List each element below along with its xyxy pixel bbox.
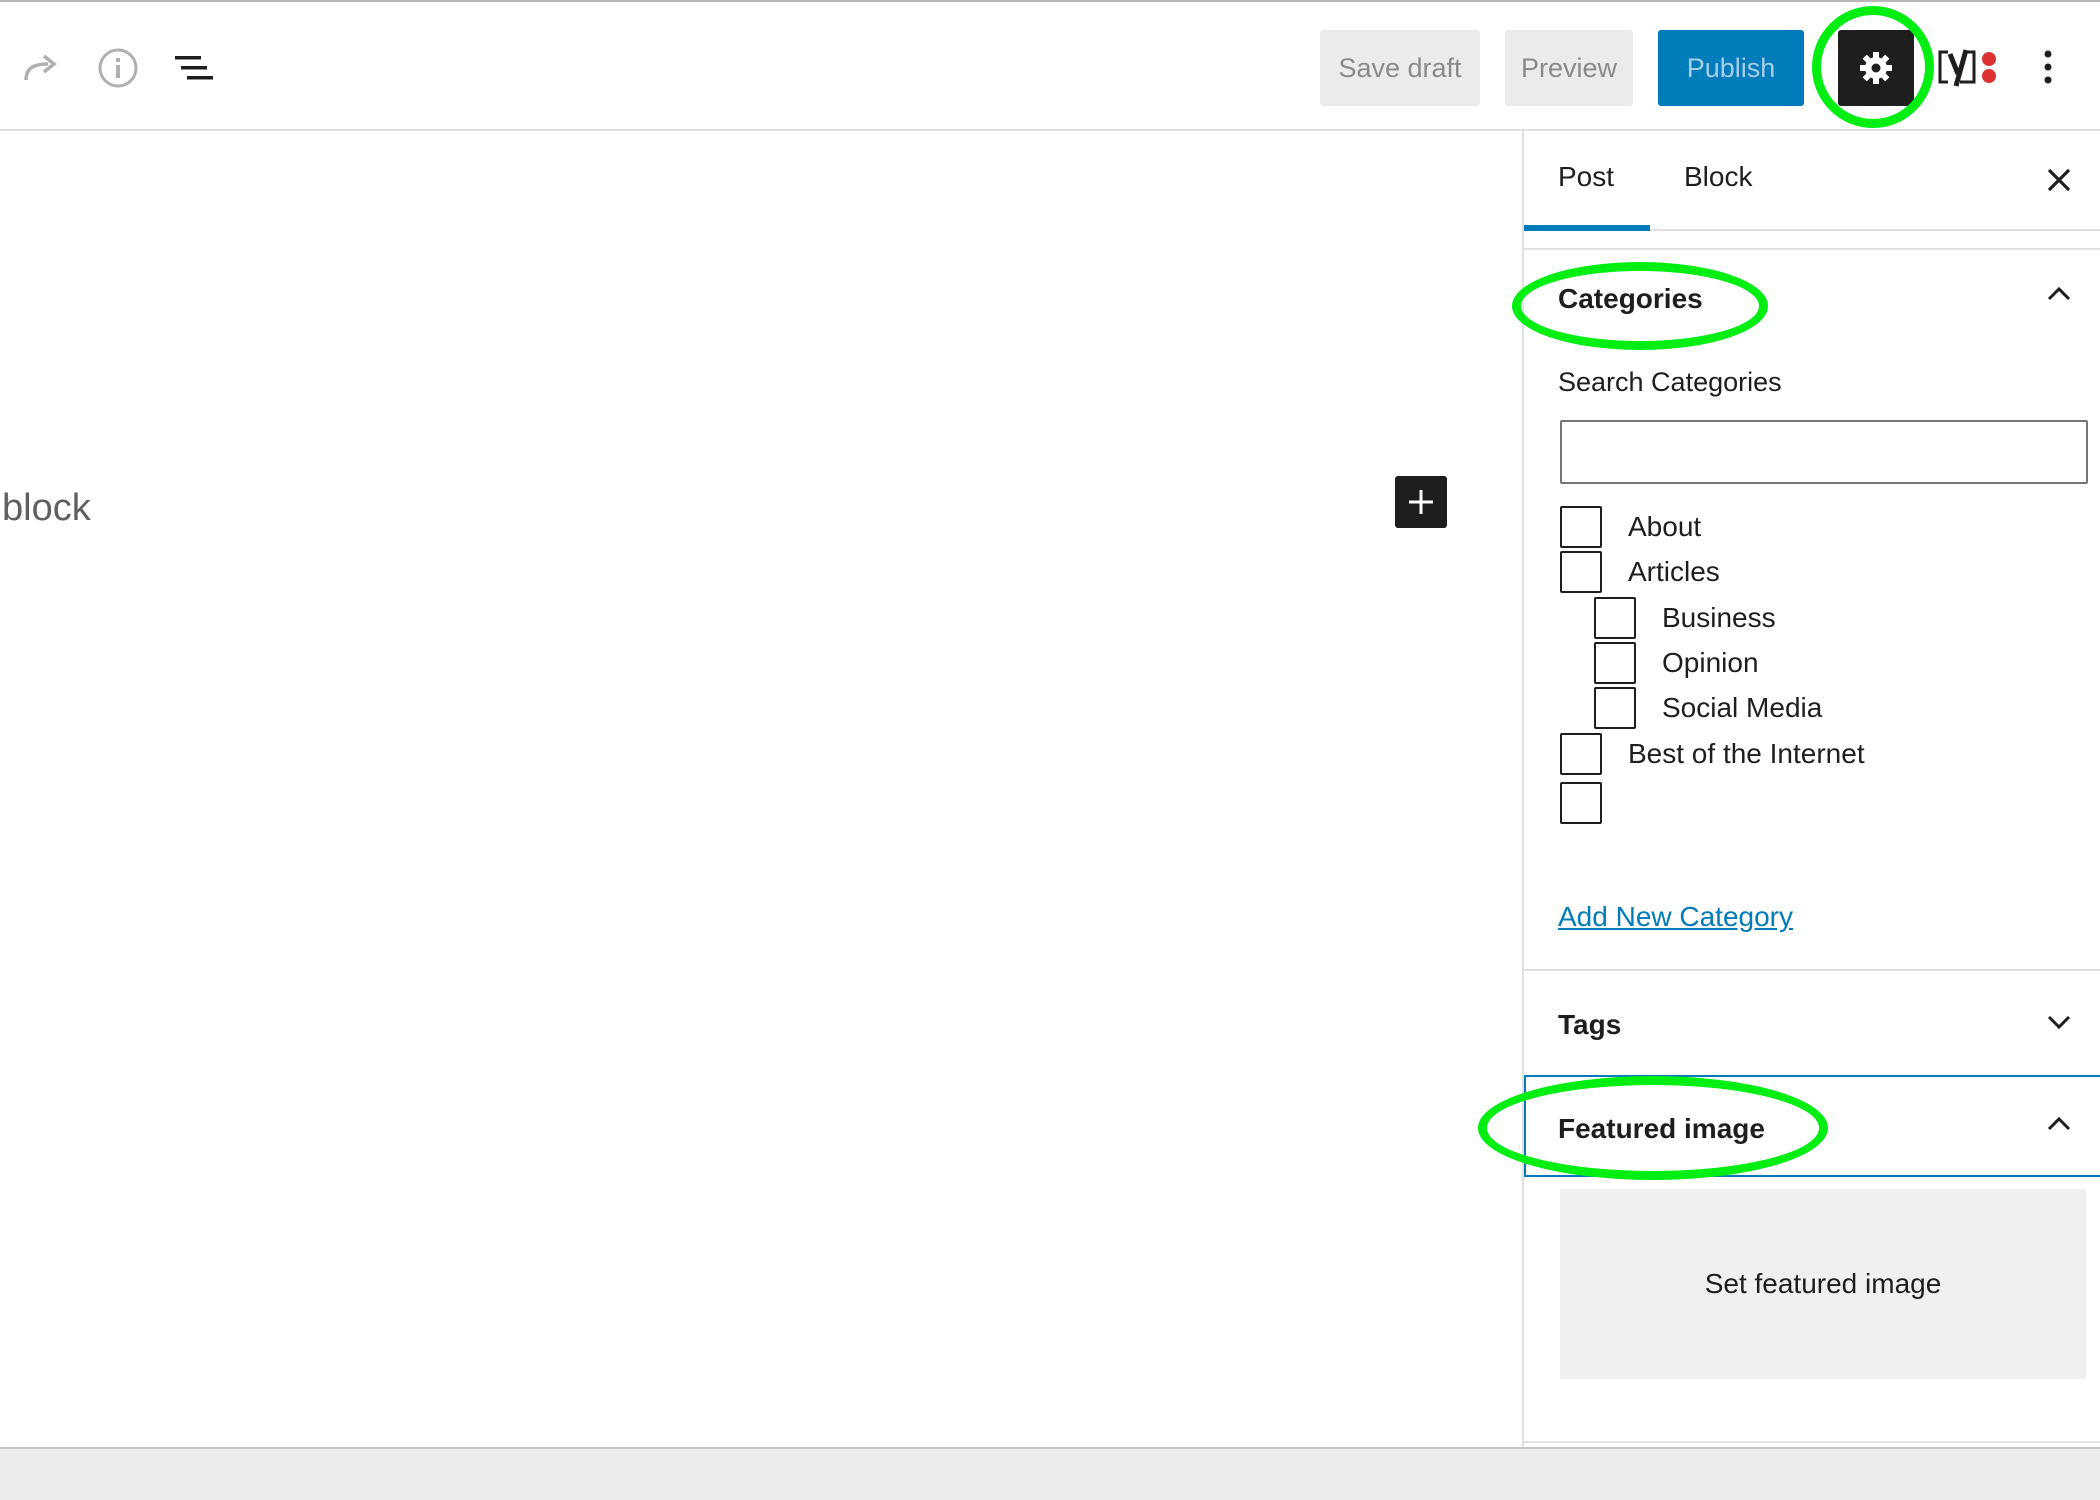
category-list: About Articles Business Opinion Social M… xyxy=(1524,493,2100,871)
category-item-about[interactable]: About xyxy=(1560,505,1701,549)
browser-bottom-bar xyxy=(0,1447,2100,1500)
category-item-partial[interactable] xyxy=(1560,781,1602,825)
tab-post[interactable]: Post xyxy=(1558,161,1614,193)
block-placeholder-text[interactable]: block xyxy=(2,487,91,530)
search-categories-input[interactable] xyxy=(1560,420,2088,484)
category-item-opinion[interactable]: Opinion xyxy=(1594,641,1759,685)
sidebar-tabs: Post Block xyxy=(1524,131,2100,231)
category-label: Social Media xyxy=(1662,692,1823,723)
chevron-down-icon[interactable] xyxy=(2044,1007,2074,1037)
set-featured-image-button[interactable]: Set featured image xyxy=(1560,1189,2086,1379)
checkbox[interactable] xyxy=(1594,597,1636,639)
redo-icon[interactable] xyxy=(20,46,64,90)
settings-sidebar: Post Block Categories Search Categories … xyxy=(1522,131,2100,1447)
category-label: Articles xyxy=(1628,556,1720,587)
category-label: Best of the Internet xyxy=(1628,738,1865,769)
category-item-articles[interactable]: Articles xyxy=(1560,550,1720,594)
checkbox[interactable] xyxy=(1560,551,1602,593)
settings-button[interactable] xyxy=(1838,30,1914,106)
plus-icon xyxy=(1409,490,1433,514)
panel-divider xyxy=(1524,1441,2100,1443)
chevron-up-icon[interactable] xyxy=(2044,279,2074,309)
checkbox[interactable] xyxy=(1594,687,1636,729)
checkbox[interactable] xyxy=(1560,782,1602,824)
search-categories-label: Search Categories xyxy=(1558,367,1782,397)
category-item-social-media[interactable]: Social Media xyxy=(1594,686,1822,730)
editor-canvas[interactable]: block xyxy=(0,131,1522,1483)
featured-image-panel-toggle[interactable]: Featured image xyxy=(1558,1113,1765,1145)
save-draft-button[interactable]: Save draft xyxy=(1320,30,1480,106)
tags-panel-toggle[interactable]: Tags xyxy=(1558,1009,1621,1041)
preview-button[interactable]: Preview xyxy=(1505,30,1633,106)
tab-block[interactable]: Block xyxy=(1684,161,1752,193)
add-new-category-link[interactable]: Add New Category xyxy=(1558,901,1793,933)
panel-divider xyxy=(1524,248,2100,250)
category-item-best-of-the-internet[interactable]: Best of the Internet xyxy=(1560,732,1865,776)
checkbox[interactable] xyxy=(1560,506,1602,548)
publish-button[interactable]: Publish xyxy=(1658,30,1804,106)
more-options-icon[interactable] xyxy=(2030,42,2066,92)
block-inserter-button[interactable] xyxy=(1395,476,1447,528)
editor-toolbar: Save draft Preview Publish xyxy=(0,0,2100,131)
yoast-icon[interactable] xyxy=(1934,42,2002,92)
checkbox[interactable] xyxy=(1594,642,1636,684)
list-view-icon[interactable] xyxy=(170,46,220,90)
gear-icon xyxy=(1860,52,1892,84)
active-tab-indicator xyxy=(1524,225,1650,231)
chevron-up-icon[interactable] xyxy=(2044,1109,2074,1139)
category-label: Business xyxy=(1662,602,1776,633)
panel-divider xyxy=(1524,969,2100,971)
category-label: About xyxy=(1628,511,1702,542)
close-icon[interactable] xyxy=(2044,165,2074,195)
categories-panel-toggle[interactable]: Categories xyxy=(1558,283,1703,315)
category-item-business[interactable]: Business xyxy=(1594,596,1776,640)
checkbox[interactable] xyxy=(1560,733,1602,775)
info-icon[interactable] xyxy=(96,46,140,90)
category-label: Opinion xyxy=(1662,647,1759,678)
